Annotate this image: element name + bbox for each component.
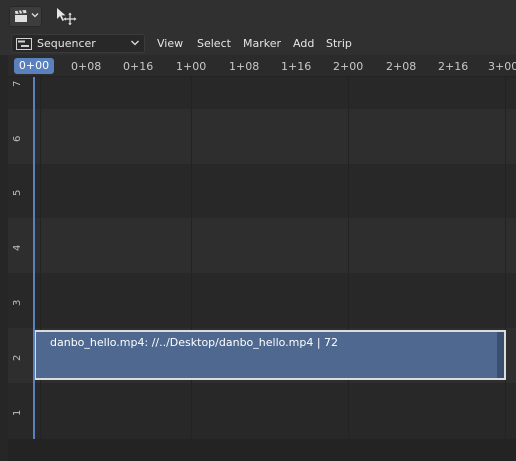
- grid-line: [40, 77, 41, 439]
- channel-label: 2: [12, 354, 23, 361]
- sequencer-icon: [16, 38, 32, 50]
- channel-label: 3: [12, 299, 23, 306]
- editor-type-dropdown[interactable]: [9, 6, 42, 27]
- ruler-tick: 1+08: [229, 60, 260, 73]
- grid-line: [505, 77, 506, 439]
- strip-label: danbo_hello.mp4: //../Desktop/danbo_hell…: [50, 336, 339, 349]
- grid-line: [191, 77, 192, 439]
- channel-row-5: [8, 164, 516, 218]
- clapperboard-icon: [15, 10, 27, 22]
- channel-label: 7: [12, 80, 23, 87]
- left-gutter: [0, 55, 8, 461]
- mode-select-label: Sequencer: [37, 37, 96, 50]
- movie-strip[interactable]: danbo_hello.mp4: //../Desktop/danbo_hell…: [34, 330, 506, 380]
- ruler-tick: 0+16: [123, 60, 154, 73]
- menu-select[interactable]: Select: [197, 37, 231, 50]
- playhead[interactable]: [33, 77, 35, 439]
- ruler-tick: 2+08: [386, 60, 417, 73]
- channel-row-6: [8, 109, 516, 164]
- ruler-tick: 0+08: [71, 60, 102, 73]
- chevron-down-icon: [31, 13, 39, 18]
- ruler-tick: 3+00: [488, 60, 516, 73]
- channel-label: 4: [12, 244, 23, 251]
- menu-add[interactable]: Add: [293, 37, 314, 50]
- channel-label: 6: [12, 135, 23, 142]
- menu-strip[interactable]: Strip: [326, 37, 352, 50]
- current-frame-indicator[interactable]: 0+00: [14, 58, 54, 74]
- ruler-tick: 2+00: [333, 60, 364, 73]
- channel-label: 1: [12, 409, 23, 416]
- menu-marker[interactable]: Marker: [243, 37, 281, 50]
- channel-row-4: [8, 218, 516, 273]
- channel-row-1: [8, 383, 516, 439]
- grid-line: [348, 77, 349, 439]
- ruler-tick: 2+16: [438, 60, 469, 73]
- chevron-down-icon: [131, 40, 139, 46]
- channel-row-3: [8, 273, 516, 328]
- channel-label: 5: [12, 189, 23, 196]
- sequencer-timeline[interactable]: 7 6 5 4 3 2 1 danbo_hello.mp4: //../Desk…: [8, 77, 516, 439]
- strip-right-handle[interactable]: [497, 332, 504, 378]
- menu-view[interactable]: View: [157, 37, 183, 50]
- ruler-tick: 1+00: [176, 60, 207, 73]
- time-ruler[interactable]: 0+00 0+08 0+16 1+00 1+08 1+16 2+00 2+08 …: [8, 55, 516, 77]
- channel-row-7: [8, 77, 516, 109]
- bottom-margin: [8, 439, 516, 461]
- top-toolbar: [0, 0, 516, 32]
- ruler-tick: 1+16: [281, 60, 312, 73]
- sequencer-header: Sequencer View Select Marker Add Strip: [0, 32, 516, 55]
- move-cursor-icon[interactable]: [56, 7, 78, 25]
- mode-select[interactable]: Sequencer: [11, 34, 145, 53]
